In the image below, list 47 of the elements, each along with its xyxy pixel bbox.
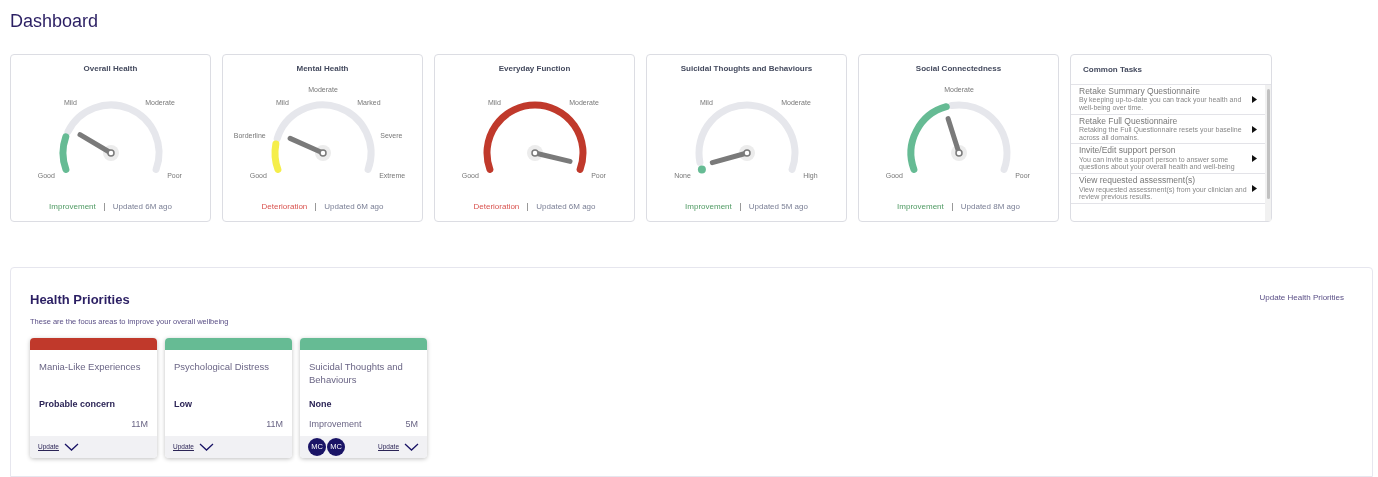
gauge-title: Mental Health [296,63,349,75]
caret-right-icon [1252,95,1257,103]
trend-text: Improvement [49,201,96,213]
priority-age: 5M [405,418,418,432]
priority-title: Mania-Like Experiences [39,359,142,374]
trend-text: Deterioration [261,201,308,213]
panel-title: Common Tasks [1083,63,1142,76]
priority-title: Suicidal Thoughts and Behaviours [309,359,404,388]
gauge-needle [945,116,967,161]
chevron-down-icon[interactable] [404,442,419,451]
updated-text: Updated 6M ago [324,201,384,213]
gauge-title: Overall Health [83,63,138,75]
section-title: Health Priorities [30,291,130,309]
updated-text: Updated 6M ago [112,201,172,213]
scrollbar[interactable] [1265,85,1271,221]
update-priorities-link[interactable]: Update Health Priorities [1259,292,1344,304]
task-title: Invite/Edit support person [1079,146,1177,156]
trend-text: Improvement [897,201,944,213]
gauge-title: Everyday Function [498,63,571,75]
chevron-down-icon[interactable] [63,442,79,451]
gauge-needle [287,135,331,161]
gauge-track [947,101,1010,173]
trend-text: Improvement [685,201,732,213]
updated-text: Updated 8M ago [960,201,1020,213]
priority-title: Psychological Distress [174,359,271,374]
priority-status: Probable concern [39,397,117,411]
updated-text: Updated 5M ago [748,201,808,213]
priority-status: Low [174,397,193,411]
priority-status: None [309,397,333,411]
gauge-needle [77,132,119,161]
task-title: Retake Full Questionnaire [1079,116,1179,127]
priority-trend: Improvement [309,418,362,432]
gauge-title: Social Connectedness [915,63,1002,75]
caret-right-icon [1252,185,1257,192]
priority-age: 11M [266,418,283,432]
caret-right-icon [1252,125,1257,133]
gauge-needle [709,145,755,166]
task-title: Retake Summary Questionnaire [1079,87,1201,97]
task-title: View requested assessment(s) [1079,176,1197,186]
priority-age: 11M [131,418,148,432]
gauge-needle [526,145,572,164]
chevron-down-icon[interactable] [198,442,214,451]
updated-text: Updated 6M ago [536,201,596,213]
caret-right-icon [1252,155,1257,163]
gauge-title: Suicidal Thoughts and Behaviours [680,63,813,75]
trend-text: Deterioration [473,201,520,213]
page-title: Dashboard [10,10,100,33]
